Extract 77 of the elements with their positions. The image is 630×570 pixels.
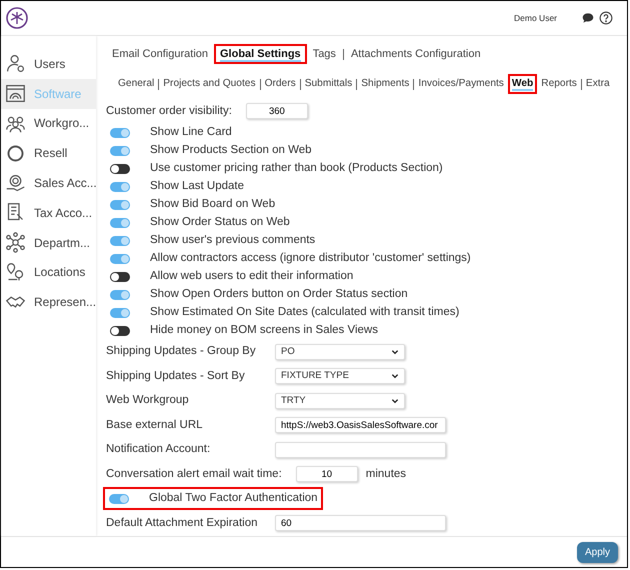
setting-label: Allow contractors access (ignore distributor 'customer' settings) bbox=[150, 250, 471, 266]
toggle-switch[interactable] bbox=[110, 200, 130, 210]
sidebar-item[interactable]: Represen... bbox=[1, 287, 96, 318]
setting-label: Show Order Status on Web bbox=[150, 214, 290, 230]
dropdown[interactable]: TRTY bbox=[275, 392, 405, 409]
person-icon bbox=[5, 53, 26, 74]
text-field[interactable] bbox=[275, 442, 446, 458]
setting-label: Show Open Orders button on Order Status section bbox=[150, 286, 408, 302]
text-field[interactable]: httpS://web3.OasisSalesSoftware.cor bbox=[275, 417, 446, 434]
setting-label: Show user's previous comments bbox=[150, 232, 316, 248]
tab[interactable]: Submittals bbox=[300, 74, 356, 94]
tab[interactable]: Tags bbox=[306, 44, 342, 64]
tab[interactable]: Reports bbox=[537, 74, 581, 94]
caret-icon bbox=[391, 372, 399, 380]
tab[interactable]: Attachments Configuration bbox=[344, 44, 487, 64]
toggle-switch[interactable] bbox=[110, 254, 130, 264]
toggle-switch[interactable] bbox=[110, 326, 130, 336]
setting-label: Notification Account: bbox=[106, 442, 212, 458]
sidebar-item[interactable]: Sales Acc... bbox=[1, 168, 96, 198]
tab[interactable]: General bbox=[114, 74, 158, 94]
setting-label: Show Last Update bbox=[150, 178, 244, 194]
sidebar-item[interactable]: Workgro... bbox=[1, 108, 96, 138]
hand-coin-icon bbox=[5, 172, 26, 194]
toggle-switch[interactable] bbox=[110, 272, 130, 282]
setting-label: Default Attachment Expiration bbox=[106, 516, 258, 531]
tab[interactable]: Email Configuration bbox=[106, 44, 214, 64]
apply-button[interactable]: Apply bbox=[576, 542, 618, 562]
toggle-switch[interactable] bbox=[110, 290, 130, 300]
network-icon bbox=[5, 232, 26, 254]
toggle-switch[interactable] bbox=[110, 218, 130, 228]
tab[interactable]: Projects and Quotes bbox=[159, 74, 260, 94]
tab[interactable]: Web bbox=[508, 74, 538, 94]
setting-label: Show Products Section on Web bbox=[150, 142, 312, 158]
tab[interactable]: Shipments bbox=[357, 74, 414, 94]
tab[interactable]: Orders bbox=[260, 74, 300, 94]
unit-label: minutes bbox=[366, 466, 406, 482]
sidebar-item[interactable]: Resell bbox=[1, 138, 96, 168]
tab[interactable]: Invoices/Payments bbox=[414, 74, 508, 94]
number-field[interactable]: 10 bbox=[296, 466, 358, 482]
chat-icon bbox=[581, 11, 595, 25]
map-pin-icon bbox=[5, 262, 26, 283]
toggle-switch[interactable] bbox=[110, 308, 130, 318]
sidebar-item[interactable]: Departm... bbox=[1, 228, 96, 258]
toggle-switch[interactable] bbox=[110, 182, 130, 192]
toggle-switch[interactable] bbox=[110, 164, 130, 174]
text-field[interactable]: 60 bbox=[275, 515, 446, 532]
setting-label: Shipping Updates - Group By bbox=[106, 344, 257, 360]
toggle-switch[interactable] bbox=[110, 128, 130, 138]
setting-label: Allow web users to edit their information bbox=[150, 268, 354, 284]
dropdown[interactable]: FIXTURE TYPE bbox=[275, 368, 405, 384]
setting-label: Show Bid Board on Web bbox=[150, 196, 276, 212]
caret-icon bbox=[391, 348, 399, 356]
caret-icon bbox=[391, 396, 399, 405]
tab[interactable]: Extra bbox=[582, 74, 614, 94]
logo-icon bbox=[5, 6, 29, 30]
setting-label: Conversation alert email wait time: bbox=[106, 466, 282, 482]
user-name: Demo User bbox=[514, 12, 557, 24]
sidebar-item[interactable]: Tax Acco... bbox=[1, 198, 96, 228]
setting-label: Base external URL bbox=[106, 418, 204, 433]
sidebar-item[interactable]: Locations bbox=[1, 258, 96, 288]
toggle-switch[interactable] bbox=[109, 494, 129, 504]
toggle-switch[interactable] bbox=[110, 236, 130, 246]
dropdown[interactable]: PO bbox=[275, 344, 405, 360]
help-icon bbox=[599, 11, 613, 25]
setting-label: Customer order visibility: bbox=[106, 104, 232, 119]
tab[interactable]: Global Settings bbox=[214, 44, 307, 64]
setting-label: Use customer pricing rather than book (Products Section) bbox=[150, 160, 443, 176]
sidebar-item[interactable]: Users bbox=[1, 49, 96, 79]
monitor-icon bbox=[5, 83, 26, 104]
number-field[interactable]: 360 bbox=[246, 103, 308, 120]
setting-label: Show Estimated On Site Dates (calculated with transit times) bbox=[150, 304, 460, 320]
setting-label: Show Line Card bbox=[150, 124, 232, 140]
toggle-switch[interactable] bbox=[110, 146, 130, 156]
setting-label: Shipping Updates - Sort By bbox=[106, 368, 246, 384]
setting-label: Global Two Factor Authentication bbox=[149, 491, 318, 506]
setting-label: Hide money on BOM screens in Sales Views bbox=[150, 322, 378, 338]
setting-label: Web Workgroup bbox=[106, 393, 190, 408]
